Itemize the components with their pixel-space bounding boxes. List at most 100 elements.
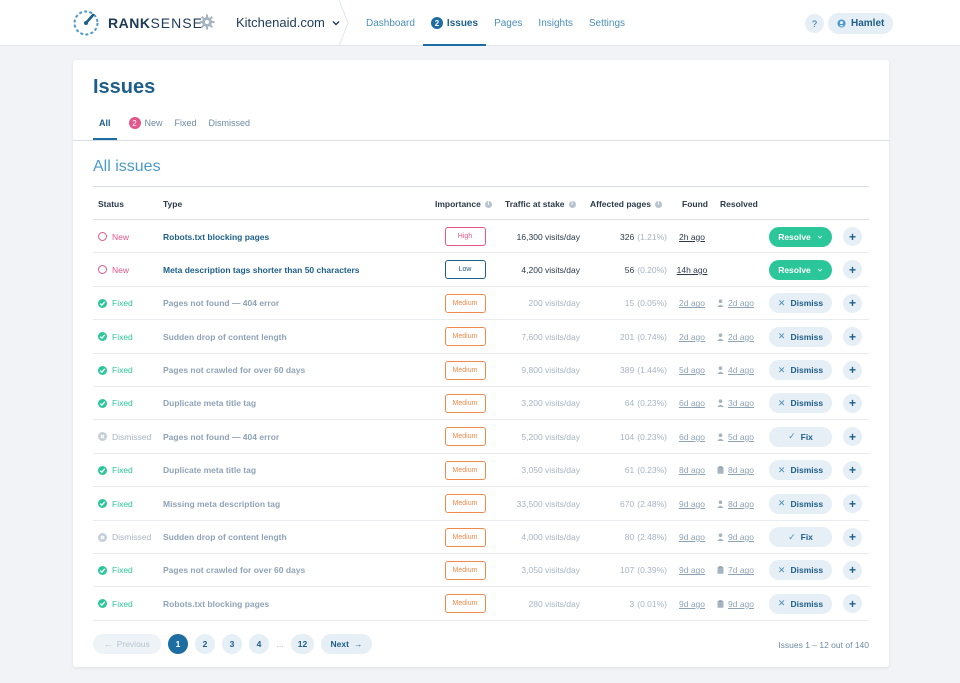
found-time-link[interactable]: 6d ago	[676, 420, 708, 453]
issue-type-link[interactable]: Sudden drop of content length	[163, 521, 287, 554]
site-selector[interactable]: Kitchenaid.com	[236, 15, 341, 30]
dismiss-button[interactable]: ✕ Dismiss	[769, 360, 832, 381]
column-traffic[interactable]: Traffic at stake i	[505, 199, 576, 209]
resolved-cell[interactable]	[717, 220, 759, 253]
table-row[interactable]: Fixed Pages not crawled for over 60 days…	[93, 354, 869, 387]
found-time-link[interactable]: 2h ago	[676, 220, 708, 253]
add-icon[interactable]: +	[843, 494, 862, 514]
issue-type-link[interactable]: Pages not found — 404 error	[163, 420, 279, 453]
found-time-link[interactable]: 8d ago	[676, 454, 708, 487]
resolved-cell[interactable]: 2d ago	[717, 287, 759, 320]
tab-fixed[interactable]: Fixed	[175, 112, 197, 140]
nav-item-pages[interactable]: Pages	[486, 0, 530, 46]
gear-icon[interactable]	[199, 14, 215, 30]
info-icon[interactable]: i	[484, 200, 492, 208]
tab-all[interactable]: All	[93, 112, 117, 140]
resolved-cell[interactable]: 9d ago	[717, 587, 759, 620]
add-icon[interactable]: +	[843, 594, 862, 614]
table-row[interactable]: Dismissed Sudden drop of content length …	[93, 521, 869, 554]
resolve-button[interactable]: Resolve	[769, 259, 832, 280]
add-icon[interactable]: +	[843, 260, 862, 280]
nav-item-issues[interactable]: 2 Issues	[422, 0, 487, 46]
found-time-link[interactable]: 9d ago	[676, 587, 708, 620]
dismiss-button[interactable]: ✕ Dismiss	[769, 326, 832, 347]
resolved-cell[interactable]: 8d ago	[717, 454, 759, 487]
resolved-cell[interactable]: 9d ago	[717, 521, 759, 554]
table-row[interactable]: New Meta description tags shorter than 5…	[93, 253, 869, 287]
dismiss-button[interactable]: ✕ Dismiss	[769, 293, 832, 314]
page-button-1[interactable]: 1	[168, 634, 188, 654]
help-button[interactable]: ?	[805, 14, 824, 33]
table-row[interactable]: Fixed Pages not crawled for over 60 days…	[93, 554, 869, 588]
nav-item-settings[interactable]: Settings	[581, 0, 633, 46]
found-time-link[interactable]: 2d ago	[676, 320, 708, 353]
issue-type-link[interactable]: Sudden drop of content length	[163, 320, 287, 353]
add-icon[interactable]: +	[843, 393, 862, 413]
found-time-link[interactable]: 14h ago	[676, 253, 708, 286]
previous-page-button[interactable]: ← Previous	[93, 634, 161, 654]
issue-type-link[interactable]: Meta description tags shorter than 50 ch…	[163, 253, 360, 286]
tab-dismissed[interactable]: Dismissed	[209, 112, 251, 140]
resolved-cell[interactable]: 4d ago	[717, 354, 759, 387]
table-row[interactable]: Fixed Duplicate meta title tag Medium 3,…	[93, 454, 869, 488]
issue-type-link[interactable]: Pages not crawled for over 60 days	[163, 354, 305, 387]
add-icon[interactable]: +	[843, 560, 862, 580]
add-icon[interactable]: +	[843, 293, 862, 313]
page-button-last[interactable]: 12	[291, 634, 314, 654]
table-row[interactable]: Fixed Pages not found — 404 error Medium…	[93, 287, 869, 321]
issue-type-link[interactable]: Duplicate meta title tag	[163, 387, 256, 420]
issue-type-link[interactable]: Missing meta description tag	[163, 487, 280, 520]
dismiss-button[interactable]: ✕ Dismiss	[769, 493, 832, 514]
add-icon[interactable]: +	[843, 327, 862, 347]
page-button-3[interactable]: 3	[222, 634, 242, 654]
resolved-cell[interactable]: 8d ago	[717, 487, 759, 520]
resolved-cell[interactable]: 3d ago	[717, 387, 759, 420]
found-time-link[interactable]: 2d ago	[676, 287, 708, 320]
tab-new[interactable]: 2 New	[128, 112, 163, 140]
found-time-link[interactable]: 6d ago	[676, 387, 708, 420]
nav-item-insights[interactable]: Insights	[530, 0, 580, 46]
fix-button[interactable]: ✓ Fix	[769, 527, 832, 548]
add-icon[interactable]: +	[843, 360, 862, 380]
issue-type-link[interactable]: Pages not crawled for over 60 days	[163, 554, 305, 587]
add-icon[interactable]: +	[843, 460, 862, 480]
resolved-cell[interactable]: 7d ago	[717, 554, 759, 587]
found-time-link[interactable]: 5d ago	[676, 354, 708, 387]
table-row[interactable]: Fixed Sudden drop of content length Medi…	[93, 320, 869, 354]
info-icon[interactable]: i	[654, 200, 662, 208]
user-menu-button[interactable]: Hamlet	[828, 13, 894, 34]
table-row[interactable]: Dismissed Pages not found — 404 error Me…	[93, 420, 869, 454]
found-time-link[interactable]: 9d ago	[676, 487, 708, 520]
brand-logo[interactable]: RANKSENSE	[72, 9, 203, 37]
table-row[interactable]: New Robots.txt blocking pages High 16,30…	[93, 220, 869, 254]
resolve-button[interactable]: Resolve	[769, 226, 832, 247]
resolved-cell[interactable]: 5d ago	[717, 420, 759, 453]
nav-item-dashboard[interactable]: Dashboard	[366, 0, 423, 46]
add-icon[interactable]: +	[843, 227, 862, 246]
dismiss-button[interactable]: ✕ Dismiss	[769, 393, 832, 414]
fix-button[interactable]: ✓ Fix	[769, 426, 832, 447]
found-time-link[interactable]: 9d ago	[676, 521, 708, 554]
found-time-link[interactable]: 9d ago	[676, 554, 708, 587]
dismiss-button[interactable]: ✕ Dismiss	[769, 593, 832, 614]
add-icon[interactable]: +	[843, 527, 862, 547]
issue-type-link[interactable]: Pages not found — 404 error	[163, 287, 279, 320]
table-row[interactable]: Fixed Missing meta description tag Mediu…	[93, 487, 869, 521]
issue-type-link[interactable]: Robots.txt blocking pages	[163, 587, 269, 620]
resolved-cell[interactable]: 2d ago	[717, 320, 759, 353]
next-page-button[interactable]: Next →	[321, 634, 372, 654]
issue-type-link[interactable]: Robots.txt blocking pages	[163, 220, 269, 253]
table-row[interactable]: Fixed Duplicate meta title tag Medium 3,…	[93, 387, 869, 421]
status-fixed-icon	[98, 499, 107, 509]
info-icon[interactable]: i	[568, 200, 576, 208]
dismiss-button[interactable]: ✕ Dismiss	[769, 460, 832, 481]
column-affected[interactable]: Affected pages i	[590, 199, 662, 209]
table-row[interactable]: Fixed Robots.txt blocking pages Medium 2…	[93, 587, 869, 621]
issue-type-link[interactable]: Duplicate meta title tag	[163, 454, 256, 487]
resolved-cell[interactable]	[717, 253, 759, 286]
page-button-4[interactable]: 4	[249, 634, 269, 654]
page-button-2[interactable]: 2	[195, 634, 215, 654]
column-importance[interactable]: Importance i	[435, 199, 492, 209]
dismiss-button[interactable]: ✕ Dismiss	[769, 560, 832, 581]
add-icon[interactable]: +	[843, 427, 862, 447]
